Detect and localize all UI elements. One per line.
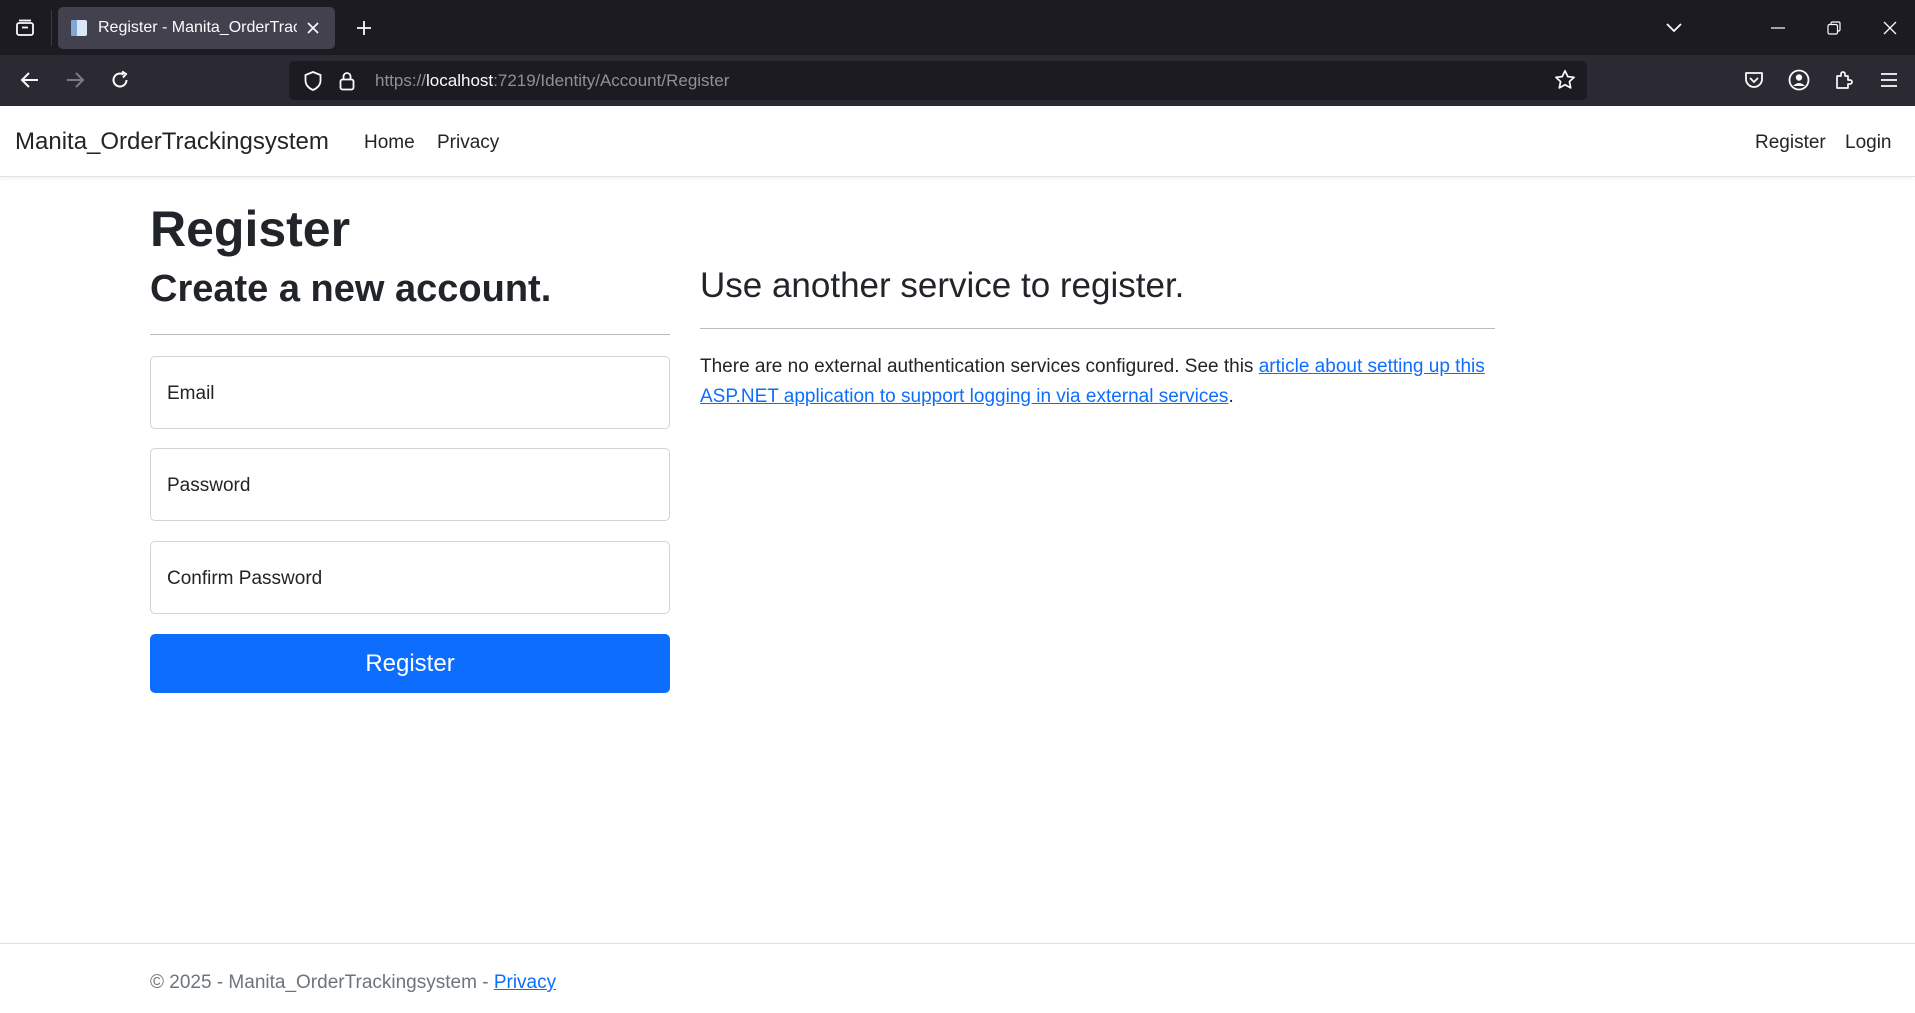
nav-link-privacy[interactable]: Privacy [437,132,499,154]
site-navbar: Manita_OrderTrackingsystem Home Privacy … [0,106,1915,177]
back-arrow-icon[interactable] [12,62,48,98]
password-label: Password [167,475,251,496]
bookmark-star-icon[interactable] [1553,68,1577,92]
hamburger-menu-icon[interactable] [1871,62,1907,98]
page-favicon-icon [70,19,88,37]
reload-icon[interactable] [102,62,138,98]
chevron-down-icon[interactable] [1656,12,1692,44]
email-field[interactable]: Email [150,356,670,429]
nav-link-register[interactable]: Register [1755,132,1826,154]
nav-link-login[interactable]: Login [1845,132,1892,154]
brand-link[interactable]: Manita_OrderTrackingsystem [15,128,329,156]
nav-link-home[interactable]: Home [364,132,415,154]
lock-icon[interactable] [335,71,359,91]
external-heading: Use another service to register. [700,266,1185,305]
footer-privacy-link[interactable]: Privacy [494,972,556,993]
form-subtitle: Create a new account. [150,268,552,310]
tab-title: Register - Manita_OrderTracking [98,19,297,36]
register-button[interactable]: Register [150,634,670,693]
divider-right [700,328,1495,329]
active-tab[interactable]: Register - Manita_OrderTracking [58,7,335,49]
url-text: https://localhost:7219/Identity/Account/… [375,71,729,91]
tab-overview-icon[interactable] [8,12,42,44]
account-icon[interactable] [1781,62,1817,98]
email-label: Email [167,383,215,404]
confirm-password-field[interactable]: Confirm Password [150,541,670,614]
external-text-before: There are no external authentication ser… [700,356,1259,377]
external-services-text: There are no external authentication ser… [700,352,1500,412]
browser-tab-bar: Register - Manita_OrderTracking [0,0,1915,55]
page-title: Register [150,201,351,257]
tab-close-icon[interactable] [303,18,323,38]
shield-icon[interactable] [301,70,325,91]
new-tab-plus-icon[interactable] [348,12,380,44]
external-text-after: . [1228,386,1234,407]
pocket-icon[interactable] [1736,62,1772,98]
restore-icon[interactable] [1812,8,1856,48]
minimize-icon[interactable] [1756,8,1800,48]
tab-separator [51,10,52,46]
browser-toolbar: https://localhost:7219/Identity/Account/… [0,55,1915,106]
url-path: :7219/Identity/Account/Register [493,70,730,90]
url-prefix: https:// [375,70,427,90]
footer: © 2025 - Manita_OrderTrackingsystem - Pr… [0,943,1915,1013]
extensions-puzzle-icon[interactable] [1826,62,1862,98]
footer-copyright: © 2025 - Manita_OrderTrackingsystem - [150,972,494,993]
address-bar[interactable]: https://localhost:7219/Identity/Account/… [289,61,1587,100]
footer-text: © 2025 - Manita_OrderTrackingsystem - Pr… [150,972,556,994]
forward-arrow-icon[interactable] [57,62,93,98]
url-host: localhost [426,70,494,90]
divider-left [150,334,670,335]
confirm-password-label: Confirm Password [167,568,323,589]
window-close-icon[interactable] [1868,8,1912,48]
password-field[interactable]: Password [150,448,670,521]
